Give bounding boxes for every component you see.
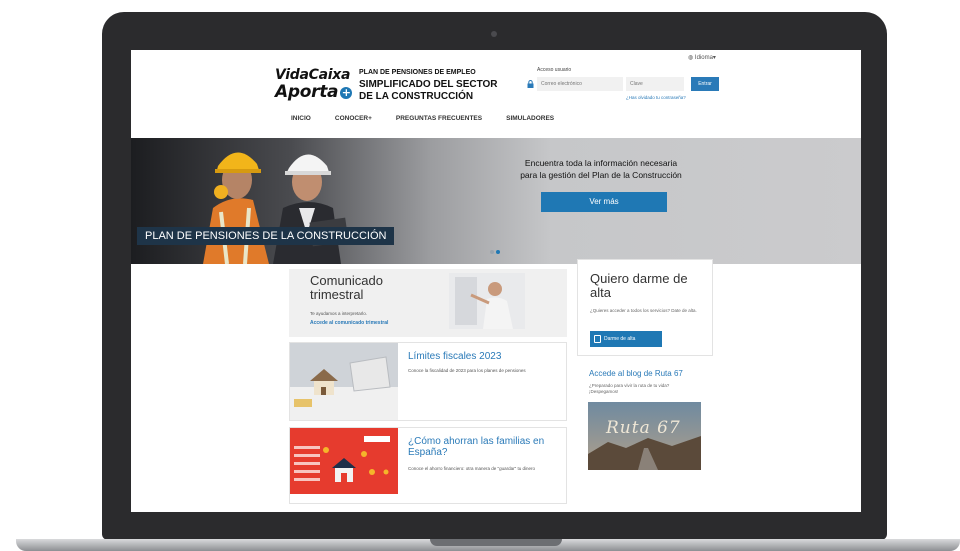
hero-banner: PLAN DE PENSIONES DE LA CONSTRUCCIÓN — [137, 227, 395, 245]
document-icon — [594, 335, 601, 343]
plan-title: PLAN DE PENSIONES DE EMPLEO SIMPLIFICADO… — [359, 67, 498, 102]
nav-item-preguntas[interactable]: PREGUNTAS FRECUENTES — [396, 115, 482, 122]
familias-infographic — [290, 428, 398, 494]
logo-line2-wrap: Aporta + — [275, 82, 353, 102]
laptop-notch — [430, 539, 562, 546]
browser-screen: ◍ Idioma▾ VidaCaixa Aporta + PLAN DE PEN… — [131, 50, 861, 512]
blog-title[interactable]: Accede al blog de Ruta 67 — [589, 369, 683, 378]
familias-title: ¿Cómo ahorran las familias en España? — [408, 436, 545, 458]
alta-title: Quiero darme de alta — [590, 271, 688, 300]
login-button[interactable]: Entrar — [691, 77, 719, 91]
main-nav: INICIO CONOCER+ PREGUNTAS FRECUENTES SIM… — [291, 115, 578, 122]
hero-carousel: PLAN DE PENSIONES DE LA CONSTRUCCIÓN Enc… — [131, 138, 861, 264]
darme-de-alta-button[interactable]: Darme de alta — [590, 331, 662, 347]
limites-title: Límites fiscales 2023 — [408, 351, 502, 362]
email-input[interactable] — [537, 77, 623, 91]
ver-mas-button[interactable]: Ver más — [541, 192, 667, 212]
darme-de-alta-label: Darme de alta — [604, 336, 636, 342]
logo-line2: Aporta — [275, 82, 339, 102]
nav-item-simuladores[interactable]: SIMULADORES — [506, 115, 554, 122]
caret-down-icon: ▾ — [712, 55, 716, 61]
limites-image — [290, 343, 398, 420]
carousel-dots — [490, 250, 500, 254]
familias-subtitle: Conoce el ahorro financiero: otra manera… — [408, 466, 536, 471]
blog-subtitle: ¿Preparado para vivir la ruta de tu vida… — [589, 383, 670, 394]
language-selector[interactable]: ◍ Idioma▾ — [688, 54, 716, 61]
limites-subtitle: Conoce la fiscalidad de 2023 para los pl… — [408, 368, 526, 373]
plan-title-line3: DE LA CONSTRUCCIÓN — [359, 91, 474, 102]
hero-text-line1: Encuentra toda la información necesaria — [524, 158, 678, 168]
carousel-dot-1[interactable] — [490, 250, 494, 254]
hero-text: Encuentra toda la información necesaria … — [503, 157, 699, 181]
password-input[interactable] — [626, 77, 684, 91]
carousel-dot-2[interactable] — [496, 250, 500, 254]
brand-logo[interactable]: VidaCaixa Aporta + — [275, 67, 353, 102]
comunicado-link[interactable]: Accede al comunicado trimestral — [310, 320, 388, 326]
nav-item-inicio[interactable]: INICIO — [291, 115, 311, 122]
camera-icon — [491, 31, 497, 37]
plus-icon: + — [340, 85, 353, 99]
hero-workers-image — [203, 152, 349, 264]
plan-title-line2: SIMPLIFICADO DEL SECTOR — [359, 79, 498, 90]
alta-card: Quiero darme de alta ¿Quieres acceder a … — [577, 259, 713, 356]
comunicado-subtitle: Te ayudamos a interpretarlo. — [310, 311, 368, 316]
forgot-password-link[interactable]: ¿Has olvidado tu contraseña? — [626, 95, 686, 100]
language-label: Idioma — [694, 55, 713, 61]
familias-card[interactable]: ¿Cómo ahorran las familias en España? Co… — [289, 427, 567, 504]
limites-card[interactable]: Límites fiscales 2023 Conoce la fiscalid… — [289, 342, 567, 421]
hero-text-line2: para la gestión del Plan de la Construcc… — [520, 170, 682, 180]
comunicado-card[interactable]: Comunicado trimestral Te ayudamos a inte… — [289, 269, 567, 337]
comunicado-image — [449, 273, 525, 329]
nav-item-conocer[interactable]: CONOCER+ — [335, 115, 372, 122]
alta-subtitle: ¿Quieres acceder a todos los servicios? … — [590, 308, 697, 313]
plan-title-line1: PLAN DE PENSIONES DE EMPLEO — [359, 69, 476, 76]
comunicado-title: Comunicado trimestral — [310, 273, 383, 302]
login-label: Acceso usuario — [537, 67, 572, 73]
globe-icon: ◍ — [688, 55, 695, 61]
ruta67-image-text: Ruta 67 — [606, 418, 681, 438]
lock-icon — [527, 80, 534, 88]
